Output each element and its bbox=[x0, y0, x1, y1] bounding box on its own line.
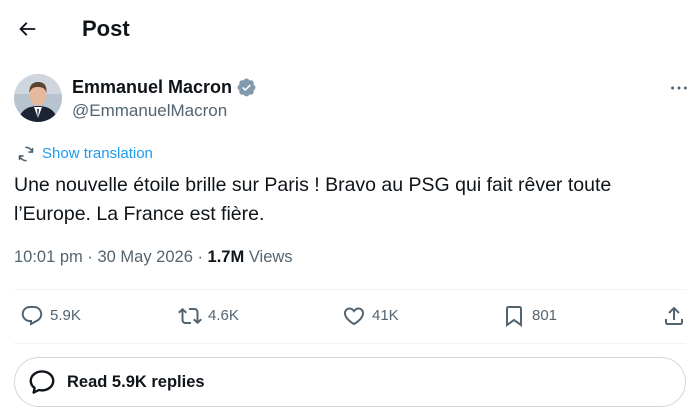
divider bbox=[14, 343, 686, 344]
author-handle[interactable]: @EmmanuelMacron bbox=[72, 100, 227, 122]
avatar-image bbox=[14, 74, 62, 122]
repost-icon bbox=[178, 307, 202, 325]
divider bbox=[14, 289, 686, 290]
post-date[interactable]: 30 May 2026 bbox=[97, 248, 192, 266]
show-translation-label: Show translation bbox=[42, 145, 153, 162]
read-replies-button[interactable]: Read 5.9K replies bbox=[14, 357, 686, 407]
reply-button[interactable]: 5.9K bbox=[20, 304, 81, 328]
author-name[interactable]: Emmanuel Macron bbox=[72, 76, 257, 98]
page-title: Post bbox=[82, 16, 130, 41]
like-button[interactable]: 41K bbox=[342, 304, 399, 328]
meta-separator: · bbox=[82, 248, 98, 266]
more-options-button[interactable] bbox=[664, 76, 694, 100]
share-icon bbox=[665, 306, 683, 325]
repost-button[interactable]: 4.6K bbox=[178, 304, 239, 328]
bookmark-count: 801 bbox=[532, 307, 558, 324]
avatar[interactable] bbox=[14, 74, 62, 122]
views-label: Views bbox=[248, 248, 293, 266]
post-text: Une nouvelle étoile brille sur Paris ! B… bbox=[14, 174, 612, 225]
top-header: Post bbox=[0, 0, 700, 58]
reply-count: 5.9K bbox=[50, 307, 81, 324]
verified-badge-icon bbox=[236, 77, 257, 98]
back-button[interactable] bbox=[10, 12, 44, 46]
like-count: 41K bbox=[372, 307, 399, 324]
translate-icon bbox=[18, 146, 34, 162]
back-arrow-icon bbox=[19, 22, 36, 36]
bookmark-button[interactable]: 801 bbox=[502, 304, 557, 328]
reply-icon bbox=[21, 306, 43, 326]
speech-bubble-icon bbox=[27, 367, 57, 397]
more-icon bbox=[671, 86, 687, 90]
views-count: 1.7M bbox=[207, 248, 245, 266]
post-time[interactable]: 10:01 pm bbox=[14, 248, 83, 266]
post-metadata: 10:01 pm · 30 May 2026 · 1.7M Views bbox=[14, 246, 293, 268]
like-icon bbox=[343, 307, 365, 326]
author-display-name: Emmanuel Macron bbox=[72, 77, 233, 97]
read-replies-label: Read 5.9K replies bbox=[67, 372, 205, 391]
meta-separator: · bbox=[192, 248, 208, 266]
show-translation-link[interactable]: Show translation bbox=[16, 144, 153, 164]
bookmark-icon bbox=[506, 306, 522, 327]
repost-count: 4.6K bbox=[208, 307, 239, 324]
share-button[interactable] bbox=[662, 304, 686, 328]
